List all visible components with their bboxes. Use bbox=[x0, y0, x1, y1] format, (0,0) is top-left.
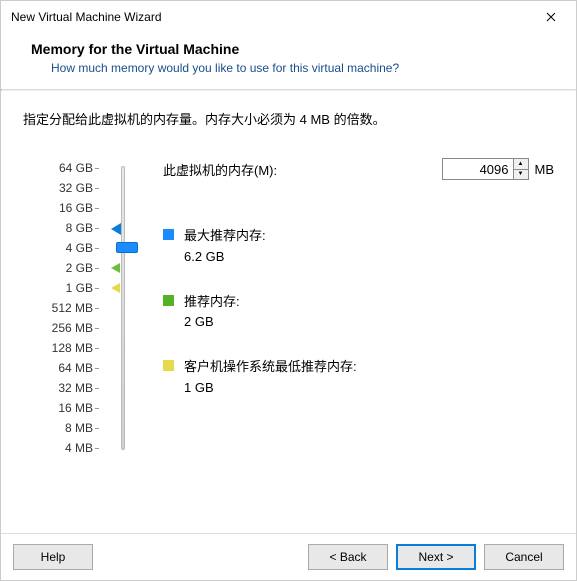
legend-max-label: 最大推荐内存: bbox=[184, 226, 266, 247]
memory-area: 64 GB 32 GB 16 GB 8 GB 4 GB 2 GB 1 GB 51… bbox=[23, 158, 554, 458]
titlebar: New Virtual Machine Wizard bbox=[1, 1, 576, 33]
next-button[interactable]: Next > bbox=[396, 544, 476, 570]
legend-max-text: 最大推荐内存: 6.2 GB bbox=[184, 226, 266, 268]
tick-label: 16 GB bbox=[23, 198, 93, 218]
recommended-marker-icon bbox=[111, 263, 120, 273]
wizard-footer: Help < Back Next > Cancel bbox=[1, 533, 576, 580]
close-icon bbox=[546, 12, 556, 22]
window-title: New Virtual Machine Wizard bbox=[11, 10, 162, 24]
tick-label: 16 MB bbox=[23, 398, 93, 418]
wizard-window: New Virtual Machine Wizard Memory for th… bbox=[0, 0, 577, 581]
memory-unit: MB bbox=[535, 162, 555, 177]
spinner-up-button[interactable]: ▲ bbox=[514, 159, 528, 170]
tick-label: 1 GB bbox=[23, 278, 93, 298]
yellow-swatch-icon bbox=[163, 360, 174, 371]
memory-input-row: 此虚拟机的内存(M): ▲ ▼ MB bbox=[163, 158, 554, 180]
legend-min: 客户机操作系统最低推荐内存: 1 GB bbox=[163, 357, 554, 399]
spinner-down-button[interactable]: ▼ bbox=[514, 170, 528, 180]
tick-label: 4 GB bbox=[23, 238, 93, 258]
legend-min-text: 客户机操作系统最低推荐内存: 1 GB bbox=[184, 357, 357, 399]
legend-min-label: 客户机操作系统最低推荐内存: bbox=[184, 357, 357, 378]
content-area: 指定分配给此虚拟机的内存量。内存大小必须为 4 MB 的倍数。 64 GB 32… bbox=[1, 91, 576, 533]
tick-label: 8 GB bbox=[23, 218, 93, 238]
blue-swatch-icon bbox=[163, 229, 174, 240]
back-button[interactable]: < Back bbox=[308, 544, 388, 570]
tick-label: 64 GB bbox=[23, 158, 93, 178]
wizard-header: Memory for the Virtual Machine How much … bbox=[1, 33, 576, 89]
slider-thumb[interactable] bbox=[116, 242, 138, 253]
instruction-text: 指定分配给此虚拟机的内存量。内存大小必须为 4 MB 的倍数。 bbox=[23, 109, 554, 128]
green-swatch-icon bbox=[163, 295, 174, 306]
cancel-button[interactable]: Cancel bbox=[484, 544, 564, 570]
memory-input[interactable] bbox=[443, 159, 513, 179]
close-button[interactable] bbox=[536, 7, 566, 27]
tick-label: 128 MB bbox=[23, 338, 93, 358]
legend-rec-value: 2 GB bbox=[184, 312, 240, 333]
slider-track-line bbox=[121, 166, 125, 450]
tick-label: 32 GB bbox=[23, 178, 93, 198]
tick-label: 2 GB bbox=[23, 258, 93, 278]
page-subtitle: How much memory would you like to use fo… bbox=[31, 61, 546, 75]
memory-scale: 64 GB 32 GB 16 GB 8 GB 4 GB 2 GB 1 GB 51… bbox=[23, 158, 93, 458]
legend-max: 最大推荐内存: 6.2 GB bbox=[163, 226, 554, 268]
memory-input-label: 此虚拟机的内存(M): bbox=[163, 160, 442, 179]
tick-label: 64 MB bbox=[23, 358, 93, 378]
legend-rec-text: 推荐内存: 2 GB bbox=[184, 292, 240, 334]
min-marker-icon bbox=[111, 283, 120, 293]
legend-recommended: 推荐内存: 2 GB bbox=[163, 292, 554, 334]
tick-label: 32 MB bbox=[23, 378, 93, 398]
tick-label: 256 MB bbox=[23, 318, 93, 338]
tick-label: 8 MB bbox=[23, 418, 93, 438]
legend-rec-label: 推荐内存: bbox=[184, 292, 240, 313]
max-marker-icon bbox=[111, 223, 121, 235]
spinner-buttons: ▲ ▼ bbox=[513, 159, 528, 179]
tick-label: 4 MB bbox=[23, 438, 93, 458]
tick-label: 512 MB bbox=[23, 298, 93, 318]
legend-max-value: 6.2 GB bbox=[184, 247, 266, 268]
memory-spinner[interactable]: ▲ ▼ bbox=[442, 158, 529, 180]
memory-slider[interactable] bbox=[113, 158, 143, 458]
legend-min-value: 1 GB bbox=[184, 378, 357, 399]
info-column: 此虚拟机的内存(M): ▲ ▼ MB 最大推荐内存: 6.2 GB bbox=[163, 158, 554, 458]
help-button[interactable]: Help bbox=[13, 544, 93, 570]
page-title: Memory for the Virtual Machine bbox=[31, 41, 546, 57]
